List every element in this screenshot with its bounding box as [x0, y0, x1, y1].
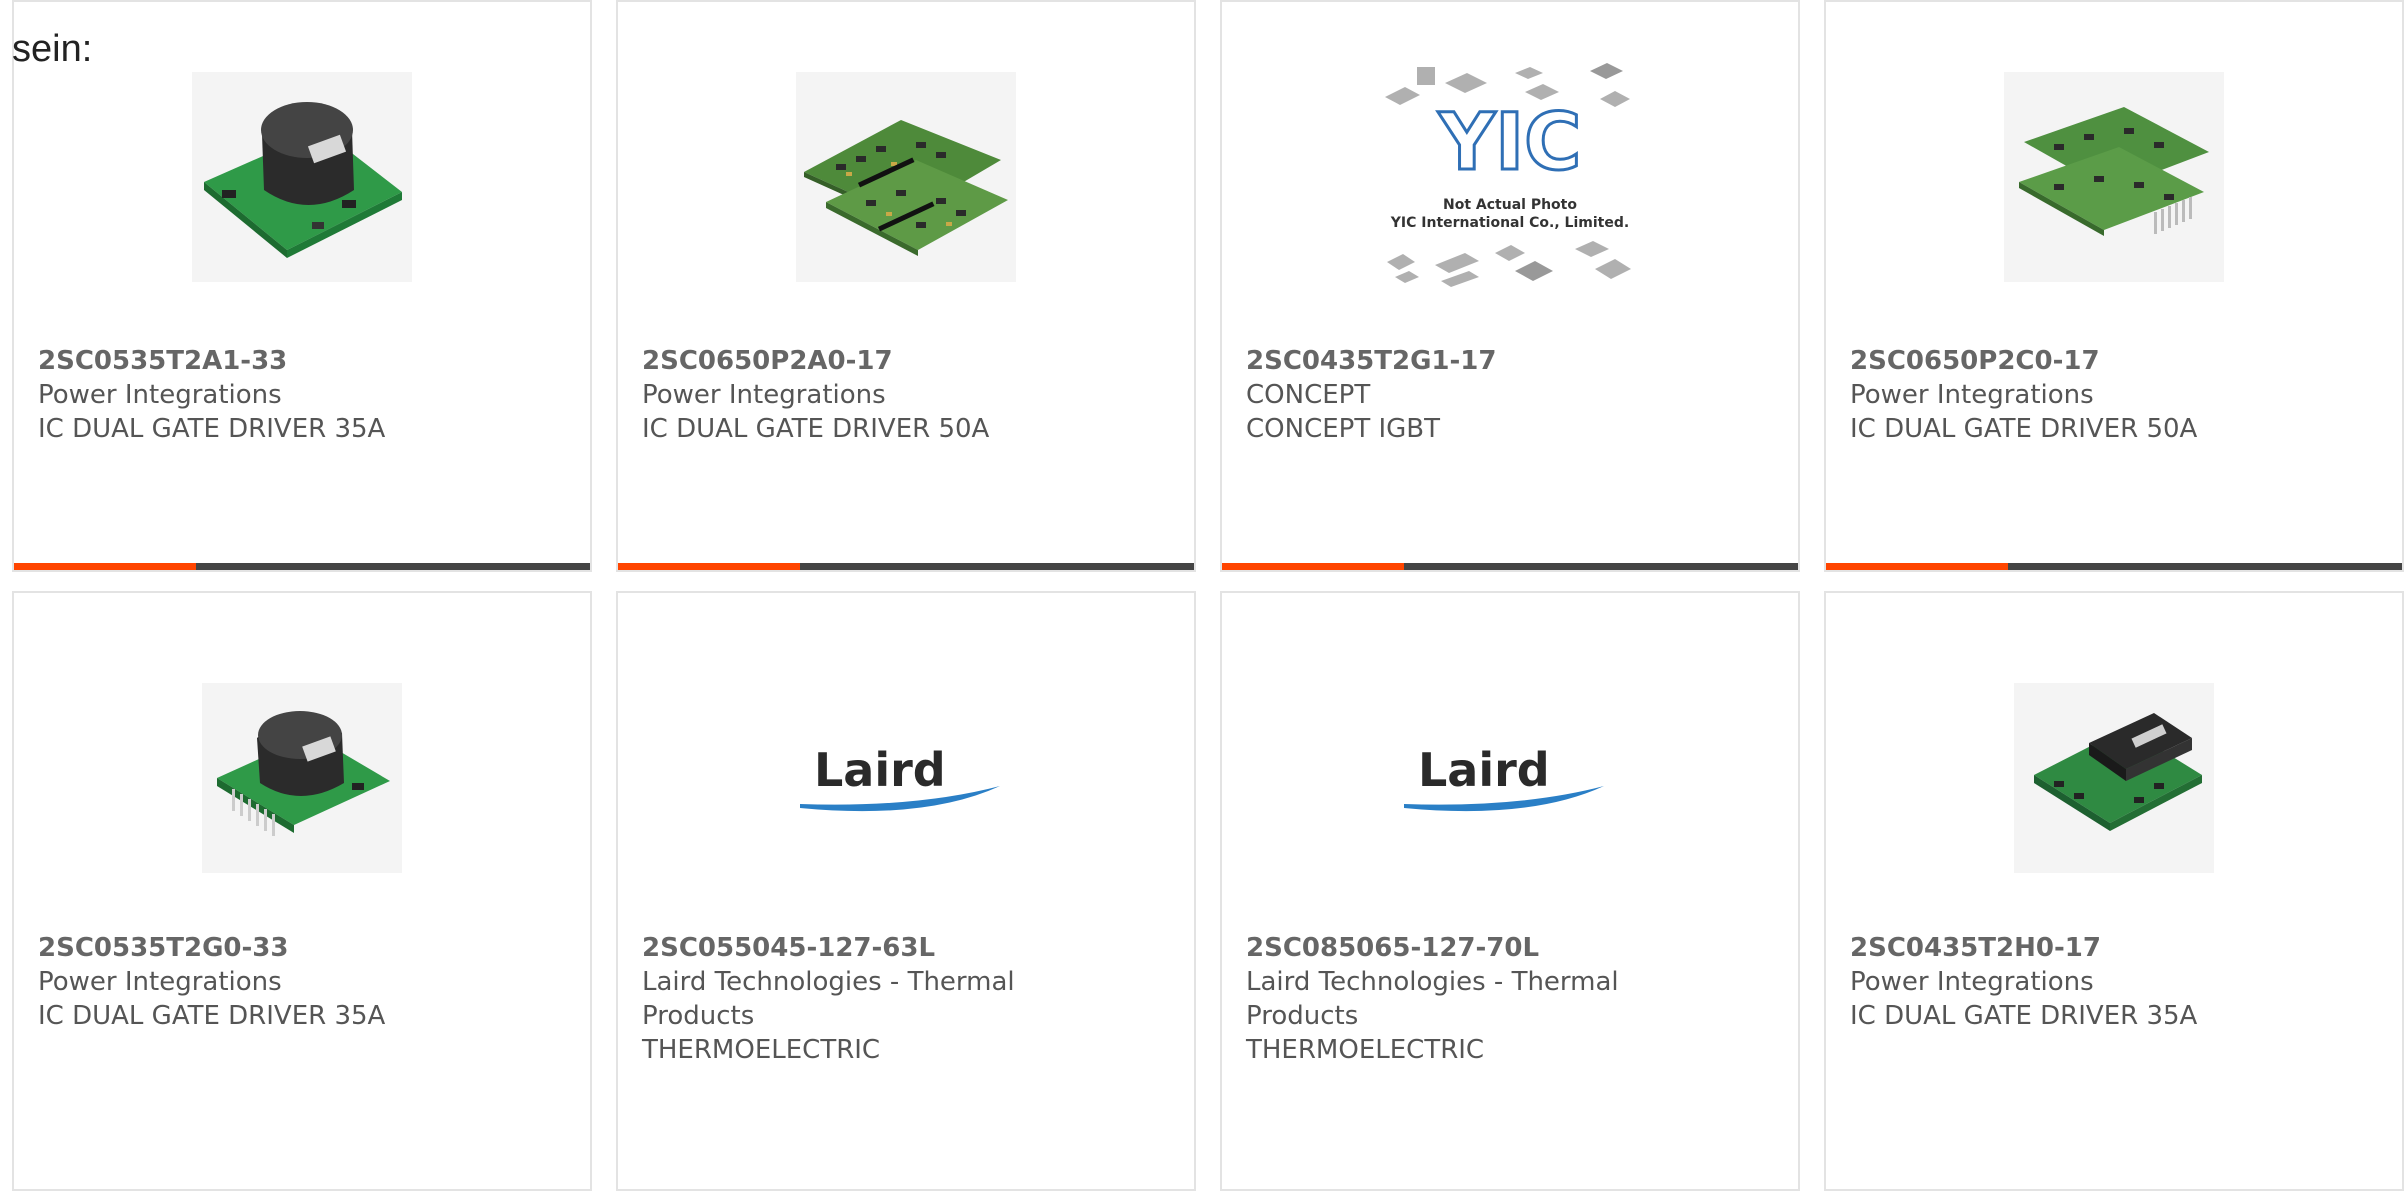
product-info: 2SC0535T2G0-33 Power Integrations IC DUA…	[38, 931, 550, 1033]
product-info: 2SC055045-127-63L Laird Technologies - T…	[642, 931, 1154, 1067]
product-image[interactable]	[1826, 663, 2402, 893]
product-info: 2SC0435T2H0-17 Power Integrations IC DUA…	[1850, 931, 2362, 1033]
driver-board-pins-image	[202, 683, 402, 873]
description: CONCEPT IGBT	[1246, 414, 1441, 444]
card-bar-accent	[14, 563, 196, 570]
part-number[interactable]: 2SC0650P2A0-17	[642, 344, 1154, 378]
product-card[interactable]: YIC Not Actual Photo YIC International C…	[1220, 0, 1800, 572]
part-number[interactable]: 2SC0650P2C0-17	[1850, 344, 2362, 378]
laird-logo: Laird	[1404, 743, 1604, 812]
card-bar	[1826, 563, 2402, 570]
product-info: 2SC085065-127-70L Laird Technologies - T…	[1246, 931, 1758, 1067]
product-image[interactable]: Laird	[1222, 663, 1798, 893]
product-card[interactable]: Laird 2SC085065-127-70L Laird Technologi…	[1220, 591, 1800, 1191]
product-card[interactable]: 2SC0535T2A1-33 Power Integrations IC DUA…	[12, 0, 592, 572]
product-card[interactable]: 2SC0535T2G0-33 Power Integrations IC DUA…	[12, 591, 592, 1191]
part-number[interactable]: 2SC085065-127-70L	[1246, 931, 1758, 965]
product-card[interactable]: 2SC0650P2C0-17 Power Integrations IC DUA…	[1824, 0, 2404, 572]
card-bar-accent	[1826, 563, 2008, 570]
product-info: 2SC0535T2A1-33 Power Integrations IC DUA…	[38, 344, 550, 446]
laird-logo-text: Laird	[1418, 743, 1550, 797]
product-image[interactable]: YIC Not Actual Photo YIC International C…	[1222, 62, 1798, 292]
description: IC DUAL GATE DRIVER 35A	[38, 414, 386, 444]
product-card[interactable]: Laird 2SC055045-127-63L Laird Technologi…	[616, 591, 1196, 1191]
manufacturer: Power Integrations	[642, 380, 886, 410]
part-number[interactable]: 2SC0535T2A1-33	[38, 344, 550, 378]
driver-board-image	[192, 72, 412, 282]
part-number[interactable]: 2SC0435T2G1-17	[1246, 344, 1758, 378]
manufacturer-cont: Products	[642, 1001, 755, 1031]
yic-logo: YIC	[1438, 98, 1582, 188]
manufacturer: Power Integrations	[38, 967, 282, 997]
card-bar	[14, 563, 590, 570]
card-bar-accent	[1222, 563, 1404, 570]
card-bar-accent	[618, 563, 800, 570]
card-bar	[1222, 563, 1798, 570]
manufacturer: Power Integrations	[1850, 967, 2094, 997]
product-info: 2SC0435T2G1-17 CONCEPT CONCEPT IGBT	[1246, 344, 1758, 446]
card-bar	[618, 563, 1194, 570]
laird-logo: Laird	[800, 743, 1000, 812]
description: IC DUAL GATE DRIVER 35A	[38, 1001, 386, 1031]
placeholder-line2: YIC International Co., Limited.	[1390, 215, 1629, 231]
manufacturer-cont: Products	[1246, 1001, 1359, 1031]
product-image[interactable]	[14, 663, 590, 893]
description: IC DUAL GATE DRIVER 50A	[642, 414, 990, 444]
description: IC DUAL GATE DRIVER 35A	[1850, 1001, 2198, 1031]
part-number[interactable]: 2SC0435T2H0-17	[1850, 931, 2362, 965]
placeholder-line1: Not Actual Photo	[1443, 197, 1577, 213]
part-number[interactable]: 2SC055045-127-63L	[642, 931, 1154, 965]
product-image[interactable]	[14, 62, 590, 292]
product-info: 2SC0650P2A0-17 Power Integrations IC DUA…	[642, 344, 1154, 446]
description: IC DUAL GATE DRIVER 50A	[1850, 414, 2198, 444]
dual-driver-board-image	[796, 72, 1016, 282]
product-info: 2SC0650P2C0-17 Power Integrations IC DUA…	[1850, 344, 2362, 446]
product-image[interactable]: Laird	[618, 663, 1194, 893]
yic-placeholder-image: YIC Not Actual Photo YIC International C…	[1385, 63, 1631, 287]
product-image[interactable]	[618, 62, 1194, 292]
manufacturer: CONCEPT	[1246, 380, 1371, 410]
manufacturer: Power Integrations	[1850, 380, 2094, 410]
manufacturer: Laird Technologies - Thermal	[1246, 967, 1619, 997]
laird-logo-text: Laird	[814, 743, 946, 797]
part-number[interactable]: 2SC0535T2G0-33	[38, 931, 550, 965]
compact-driver-board-image	[2014, 683, 2214, 873]
intro-text: sein:	[12, 28, 93, 70]
product-card[interactable]: 2SC0650P2A0-17 Power Integrations IC DUA…	[616, 0, 1196, 572]
manufacturer: Power Integrations	[38, 380, 282, 410]
description: THERMOELECTRIC	[642, 1035, 881, 1065]
dual-driver-board-pins-image	[2004, 72, 2224, 282]
manufacturer: Laird Technologies - Thermal	[642, 967, 1015, 997]
product-image[interactable]	[1826, 62, 2402, 292]
description: THERMOELECTRIC	[1246, 1035, 1485, 1065]
product-card[interactable]: 2SC0435T2H0-17 Power Integrations IC DUA…	[1824, 591, 2404, 1191]
